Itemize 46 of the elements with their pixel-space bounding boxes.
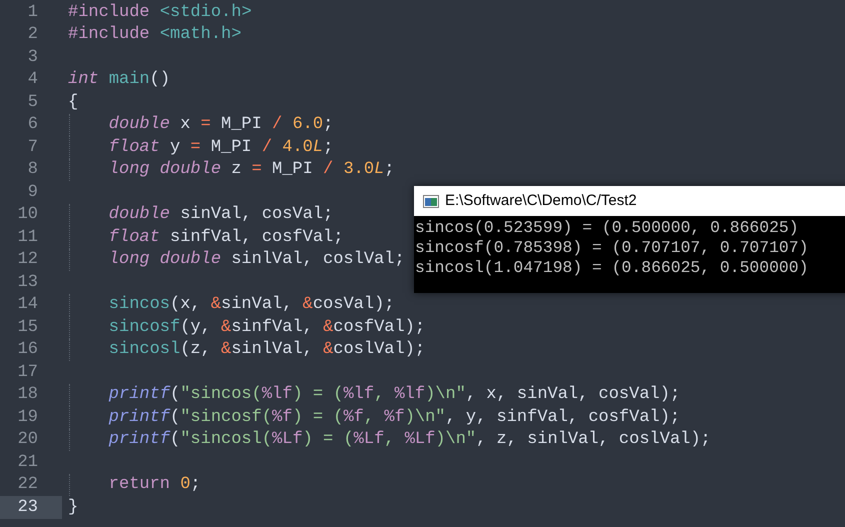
code-line: sincosf(y, &sinfVal, &cosfVal); — [108, 316, 426, 338]
line-number: 18 — [16, 384, 39, 406]
line-number: 22 — [16, 474, 39, 496]
code-line: double sinVal, cosVal; — [108, 204, 334, 226]
console-output-line: sincosl(1.047198) = (0.866025, 0.500000) — [414, 258, 810, 278]
line-number: 1 — [26, 2, 39, 24]
line-number: 19 — [16, 406, 39, 428]
line-number: 20 — [16, 429, 39, 451]
window-title: E:\Software\C\Demo\C/Test2 — [445, 190, 637, 211]
code-line: int main() — [68, 69, 170, 91]
line-number: 23 — [0, 496, 62, 518]
line-number: 12 — [16, 249, 39, 271]
code-line: printf("sincosl(%Lf) = (%Lf, %Lf)\n", z, sinlVal, coslVal); — [108, 429, 711, 451]
line-number: 6 — [26, 114, 39, 136]
line-number: 5 — [26, 92, 39, 114]
console-output-line: sincosf(0.785398) = (0.707107, 0.707107) — [414, 238, 810, 258]
code-line: printf("sincosf(%f) = (%f, %f)\n", y, sinfVal, cosfVal); — [108, 406, 680, 428]
code-line: } — [68, 496, 78, 518]
code-line: double x = M_PI / 6.0; — [108, 114, 334, 136]
line-number: 9 — [26, 182, 39, 204]
line-number: 14 — [16, 294, 39, 316]
line-number: 21 — [16, 452, 39, 474]
code-line: printf("sincos(%lf) = (%lf, %lf)\n", x, sinVal, cosVal); — [108, 384, 680, 406]
code-line: #include <stdio.h> — [68, 2, 252, 24]
code-line: sincos(x, &sinVal, &cosVal); — [108, 294, 394, 316]
line-number: 2 — [26, 24, 39, 46]
line-number: 16 — [16, 339, 39, 361]
window-icon — [423, 194, 439, 208]
line-number: 17 — [16, 362, 39, 384]
line-number: 13 — [16, 272, 39, 294]
code-line: sincosl(z, &sinlVal, &coslVal); — [108, 339, 426, 361]
code-line: float sinfVal, cosfVal; — [108, 226, 344, 248]
line-number: 4 — [26, 69, 39, 91]
line-number: 3 — [26, 46, 39, 68]
console-output-line: sincos(0.523599) = (0.500000, 0.866025) — [414, 218, 800, 238]
line-number: 10 — [16, 204, 39, 226]
code-line: long double sinlVal, coslVal; — [108, 249, 405, 271]
line-number: 8 — [26, 159, 39, 181]
line-number: 11 — [16, 226, 39, 248]
line-number: 15 — [16, 316, 39, 338]
code-line: float y = M_PI / 4.0L; — [108, 136, 334, 158]
code-line: return 0; — [108, 474, 201, 496]
code-line: { — [68, 92, 78, 114]
code-line: #include <math.h> — [68, 24, 242, 46]
code-line: long double z = M_PI / 3.0L; — [108, 159, 394, 181]
line-number: 7 — [26, 136, 39, 158]
